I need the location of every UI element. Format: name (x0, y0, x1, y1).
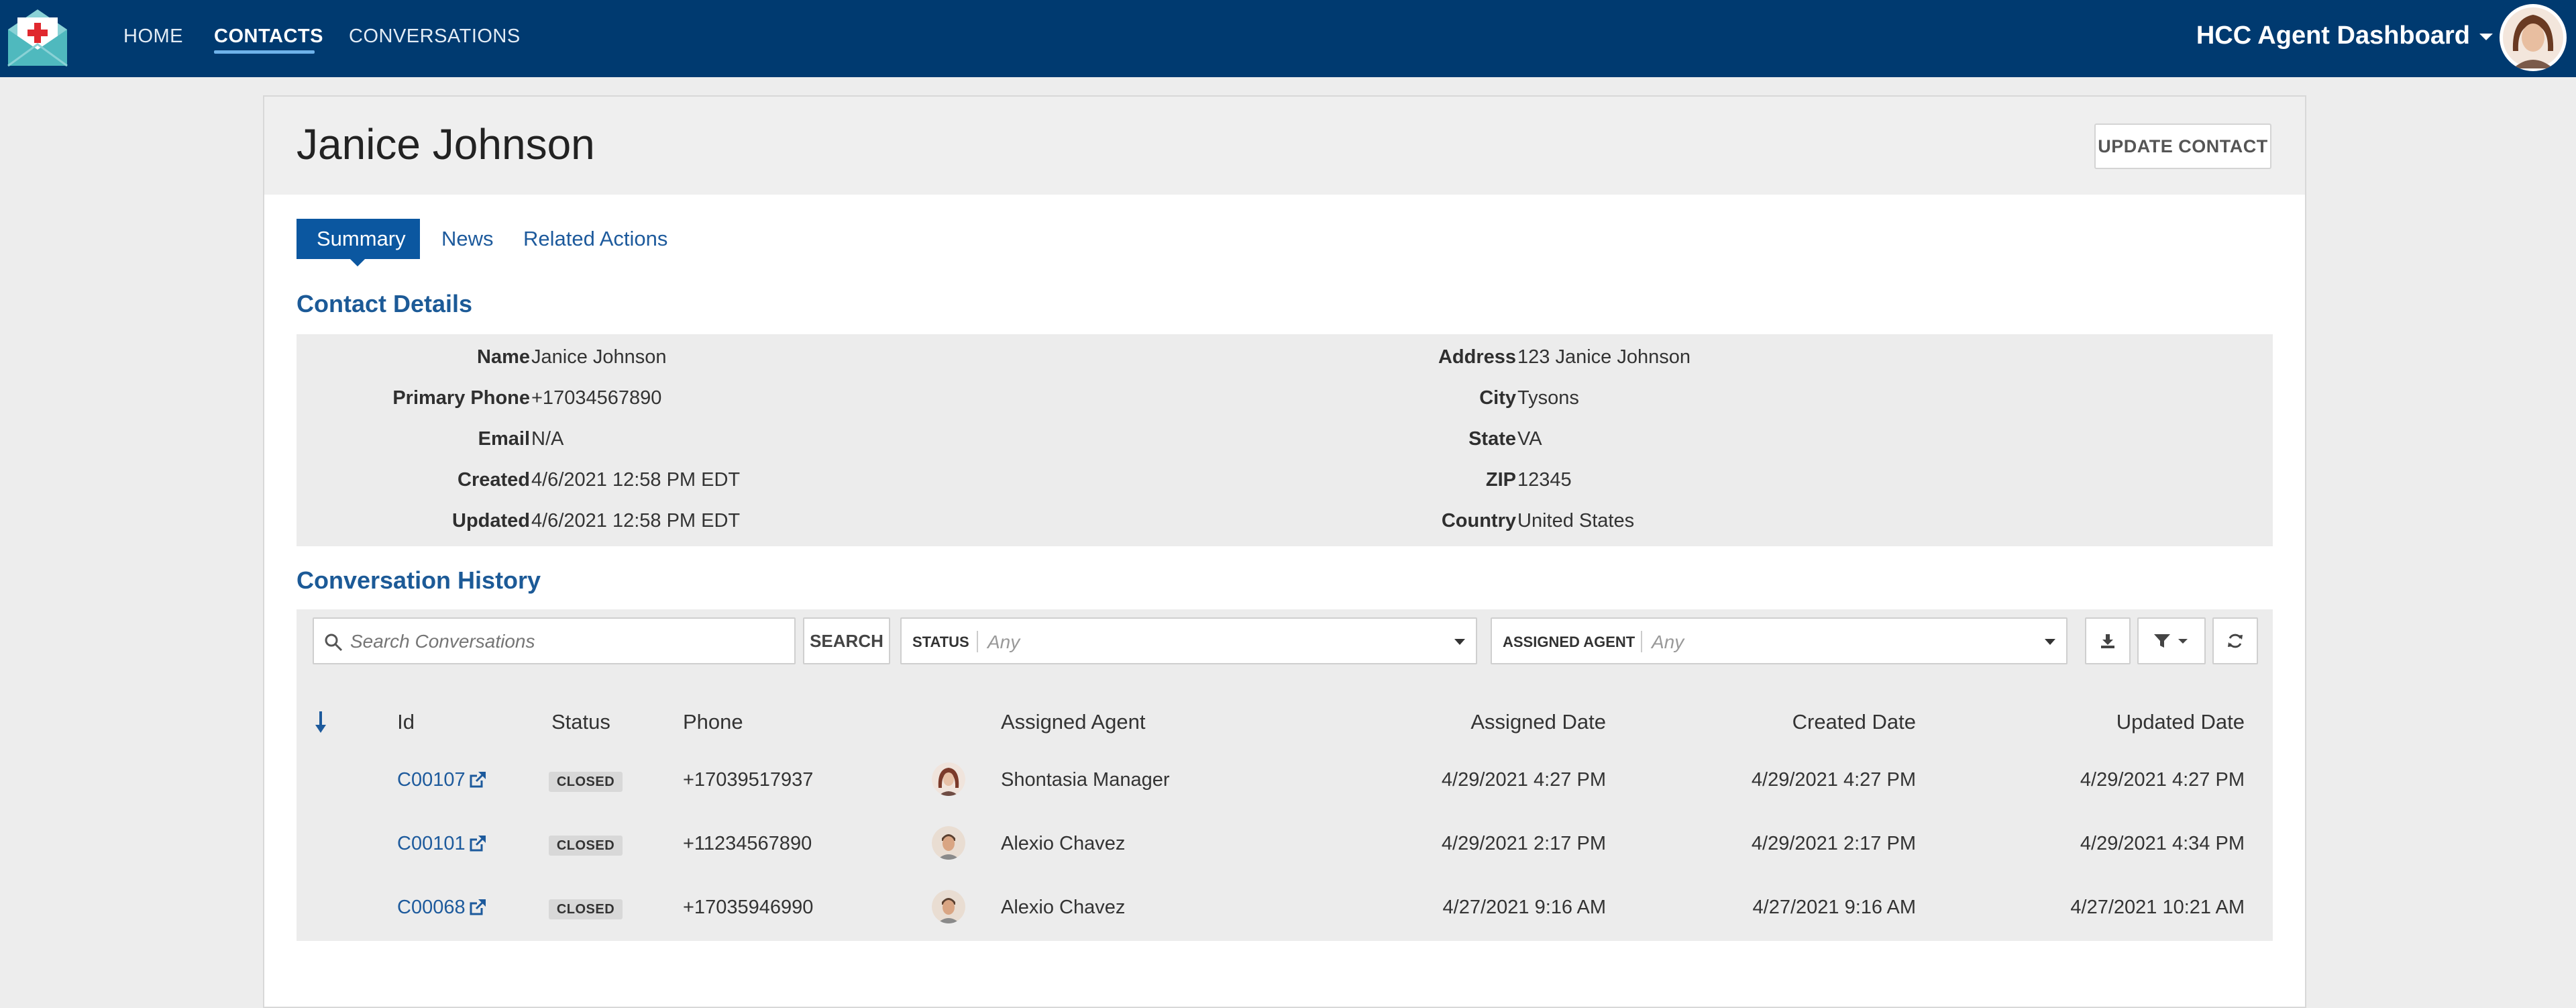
assigned-agent-cell: Alexio Chavez (1001, 833, 1126, 854)
nav-contacts[interactable]: CONTACTS (214, 26, 323, 48)
assigned-agent-filter-value: Any (1652, 632, 1684, 652)
updated-date-cell: 4/27/2021 10:21 AM (2070, 897, 2245, 918)
detail-value-state: VA (1517, 428, 1542, 450)
phone-cell: +17035946990 (683, 897, 814, 918)
detail-value-zip: 12345 (1517, 469, 1572, 491)
nav-home[interactable]: HOME (123, 26, 183, 48)
created-date-cell: 4/29/2021 2:17 PM (1751, 833, 1916, 854)
contact-header: Janice Johnson UPDATE CONTACT (264, 97, 2305, 195)
tab-news[interactable]: News (421, 219, 514, 259)
contact-card: Janice Johnson UPDATE CONTACT Summary Ne… (263, 95, 2306, 1008)
filter-menu-button[interactable] (2137, 617, 2206, 664)
detail-label-zip: ZIP (1485, 469, 1516, 491)
assigned-agent-filter-label: ASSIGNED AGENT (1503, 634, 1635, 650)
tab-related-actions[interactable]: Related Actions (503, 219, 688, 259)
status-filter-select[interactable]: STATUS Any (900, 617, 1477, 664)
status-filter-value: Any (987, 632, 1020, 652)
search-icon (325, 634, 343, 652)
detail-label-state: State (1468, 428, 1516, 450)
status-filter-label: STATUS (912, 634, 969, 650)
column-header-phone[interactable]: Phone (683, 710, 743, 734)
detail-label-city: City (1479, 387, 1516, 409)
agent-avatar (932, 762, 965, 796)
assigned-agent-filter-select[interactable]: ASSIGNED AGENT Any (1491, 617, 2068, 664)
detail-label-created: Created (458, 469, 530, 491)
phone-cell: +17039517937 (683, 769, 814, 791)
search-box (313, 617, 796, 664)
nav-active-indicator (214, 50, 315, 54)
chevron-down-icon (2045, 639, 2055, 645)
detail-value-country: United States (1517, 510, 1635, 532)
agent-avatar (932, 890, 965, 923)
external-link-icon[interactable] (468, 770, 487, 789)
contact-details-title: Contact Details (297, 290, 473, 317)
detail-label-address: Address (1438, 346, 1516, 368)
download-icon (2101, 634, 2114, 648)
column-header-status[interactable]: Status (551, 710, 610, 734)
detail-label-updated: Updated (452, 510, 530, 532)
detail-value-city: Tysons (1517, 387, 1579, 409)
status-badge: CLOSED (549, 836, 623, 856)
dashboard-menu-title[interactable]: HCC Agent Dashboard (2196, 21, 2470, 50)
column-header-updated-date[interactable]: Updated Date (2116, 710, 2245, 734)
tab-active-pointer (350, 259, 365, 266)
agent-avatar (932, 826, 965, 860)
refresh-button[interactable] (2212, 617, 2258, 664)
conversation-history-panel: SEARCH STATUS Any ASSIGNED AGENT Any (297, 609, 2273, 941)
detail-value-address: 123 Janice Johnson (1517, 346, 1690, 368)
sort-arrow-down-icon[interactable] (314, 710, 327, 734)
conversation-history-title: Conversation History (297, 566, 541, 594)
filter-separator (1641, 631, 1642, 652)
detail-label-email: Email (478, 428, 530, 450)
conversation-id-link[interactable]: C00068 (397, 897, 466, 919)
column-header-id[interactable]: Id (397, 710, 415, 734)
filter-icon (2154, 634, 2188, 648)
column-header-assigned-agent[interactable]: Assigned Agent (1001, 710, 1145, 734)
contact-details-panel: Name Janice Johnson Primary Phone +17034… (297, 334, 2273, 546)
detail-value-primary-phone: +17034567890 (531, 387, 662, 409)
updated-date-cell: 4/29/2021 4:27 PM (2080, 769, 2245, 791)
download-button[interactable] (2085, 617, 2131, 664)
status-badge: CLOSED (549, 899, 623, 919)
updated-date-cell: 4/29/2021 4:34 PM (2080, 833, 2245, 854)
status-badge: CLOSED (549, 772, 623, 792)
detail-label-name: Name (477, 346, 530, 368)
chevron-down-icon[interactable] (2479, 34, 2493, 40)
page-title: Janice Johnson (297, 120, 595, 168)
assigned-agent-cell: Alexio Chavez (1001, 897, 1126, 918)
refresh-icon (2228, 634, 2243, 648)
filter-separator (977, 631, 978, 652)
assigned-agent-cell: Shontasia Manager (1001, 769, 1170, 791)
assigned-date-cell: 4/27/2021 9:16 AM (1442, 897, 1606, 918)
detail-value-email: N/A (531, 428, 564, 450)
detail-value-created: 4/6/2021 12:58 PM EDT (531, 469, 741, 491)
detail-value-name: Janice Johnson (531, 346, 667, 368)
search-conversations-input[interactable] (350, 627, 786, 656)
conversation-id-link[interactable]: C00107 (397, 769, 466, 791)
nav-conversations[interactable]: CONVERSATIONS (349, 26, 521, 48)
conversation-id-link[interactable]: C00101 (397, 833, 466, 855)
column-header-assigned-date[interactable]: Assigned Date (1470, 710, 1606, 734)
top-navigation-bar: HOME CONTACTS CONVERSATIONS HCC Agent Da… (0, 0, 2576, 77)
created-date-cell: 4/29/2021 4:27 PM (1751, 769, 1916, 791)
assigned-date-cell: 4/29/2021 2:17 PM (1441, 833, 1606, 854)
tab-summary[interactable]: Summary (297, 219, 420, 259)
column-header-created-date[interactable]: Created Date (1792, 710, 1916, 734)
created-date-cell: 4/27/2021 9:16 AM (1752, 897, 1916, 918)
chevron-down-icon (1454, 639, 1465, 645)
update-contact-button[interactable]: UPDATE CONTACT (2094, 123, 2271, 169)
search-button[interactable]: SEARCH (803, 617, 890, 664)
app-logo-envelope-icon[interactable] (5, 7, 70, 67)
detail-label-country: Country (1441, 510, 1516, 532)
external-link-icon[interactable] (468, 898, 487, 917)
phone-cell: +11234567890 (683, 833, 812, 854)
detail-label-primary-phone: Primary Phone (392, 387, 530, 409)
external-link-icon[interactable] (468, 834, 487, 853)
assigned-date-cell: 4/29/2021 4:27 PM (1441, 769, 1606, 791)
detail-value-updated: 4/6/2021 12:58 PM EDT (531, 510, 741, 532)
user-avatar[interactable] (2500, 4, 2567, 71)
